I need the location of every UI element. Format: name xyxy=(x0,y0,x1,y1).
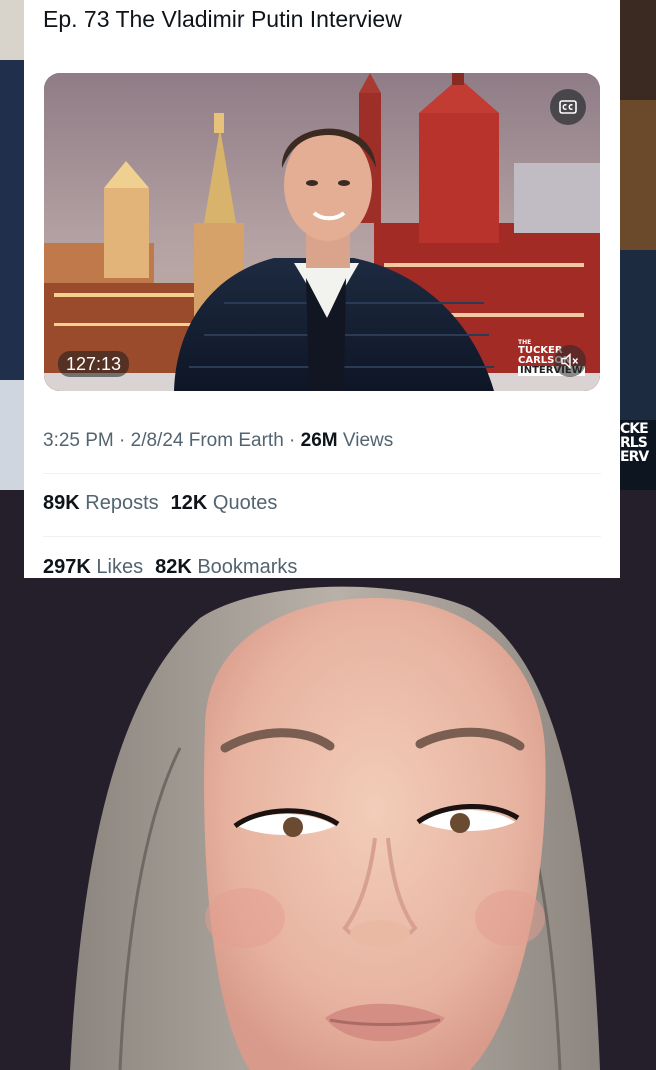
quotes-link[interactable]: 12K Quotes xyxy=(171,492,278,514)
captions-button[interactable] xyxy=(550,89,586,125)
likes-link[interactable]: 297K Likes xyxy=(43,556,143,578)
background-right-strip xyxy=(620,0,656,490)
reposts-link[interactable]: 89K Reposts xyxy=(43,492,159,514)
quotes-count: 12K xyxy=(170,492,208,514)
background-text-line: ERV xyxy=(620,449,649,464)
captions-icon xyxy=(559,100,577,114)
mute-icon xyxy=(561,353,579,369)
quotes-label: Quotes xyxy=(212,492,278,514)
views-label: Views xyxy=(337,430,394,451)
video-duration-badge: 127:13 xyxy=(58,351,130,377)
tweet-timestamp[interactable]: 3:25 PM · 2/8/24 From Earth · xyxy=(43,430,301,451)
likes-count: 297K xyxy=(43,556,91,578)
reposts-label: Reposts xyxy=(85,492,159,514)
divider xyxy=(43,536,601,537)
bookmarks-link[interactable]: 82K Bookmarks xyxy=(155,556,297,578)
video-thumbnail xyxy=(44,73,600,391)
background-text-line: CKE xyxy=(620,422,649,437)
video-player[interactable]: 127:13 THE TUCKER CARLSON INTERVIEW xyxy=(44,73,600,391)
divider xyxy=(43,473,601,474)
background-text-line: RLS xyxy=(620,435,648,451)
tweet-meta: 3:25 PM · 2/8/24 From Earth · 26M Views xyxy=(43,430,393,452)
background-left-strip xyxy=(0,0,24,490)
like-stats-row: 297K Likes 82K Bookmarks xyxy=(43,556,297,578)
background-right-text: CKE RLS ERV xyxy=(620,422,656,464)
tweet-card[interactable]: Ep. 73 The Vladimir Putin Interview 127:… xyxy=(24,0,620,578)
likes-label: Likes xyxy=(96,556,144,578)
mute-button[interactable] xyxy=(554,345,586,377)
creator-video-feed xyxy=(0,578,656,1070)
reposts-count: 89K xyxy=(43,492,80,514)
repost-stats-row: 89K Reposts 12K Quotes xyxy=(43,492,277,515)
tweet-title: Ep. 73 The Vladimir Putin Interview xyxy=(43,6,402,32)
bookmarks-count: 82K xyxy=(155,556,192,578)
bookmarks-label: Bookmarks xyxy=(197,556,298,578)
views-count: 26M xyxy=(300,430,338,451)
